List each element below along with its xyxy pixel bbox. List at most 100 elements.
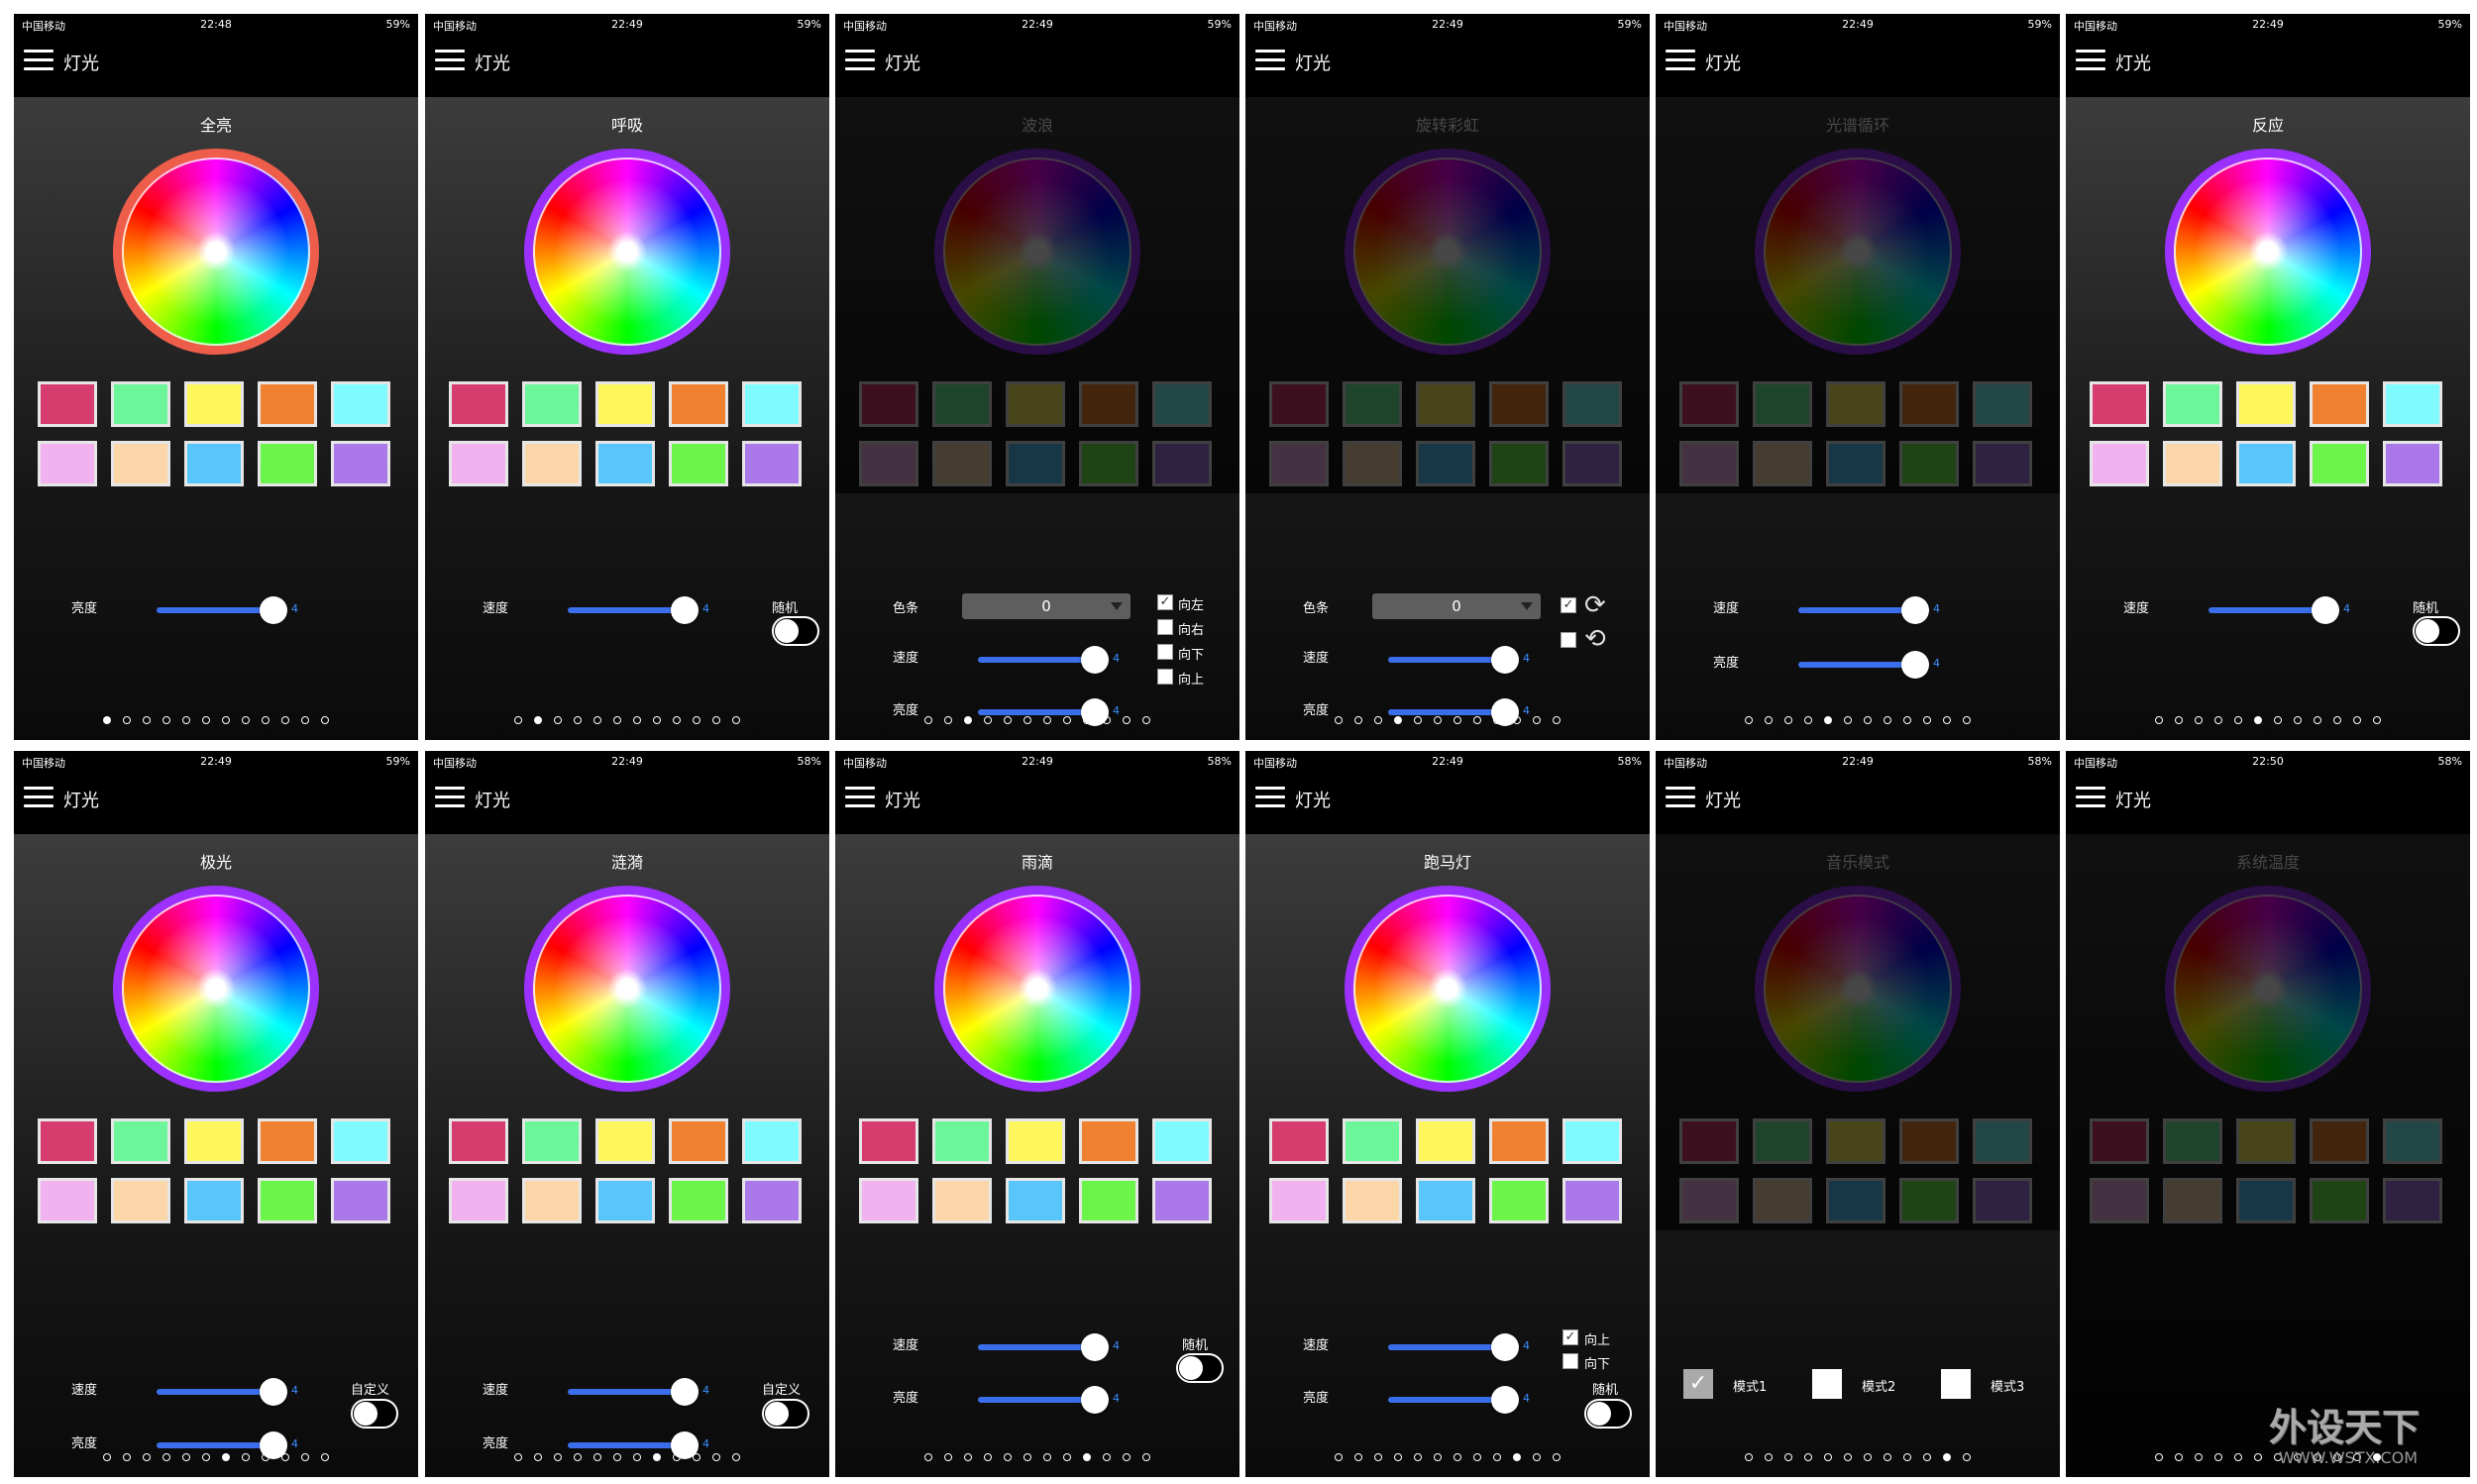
page-dot[interactable] bbox=[2234, 716, 2242, 724]
page-dot[interactable] bbox=[123, 1453, 131, 1461]
page-dot[interactable] bbox=[103, 716, 111, 724]
hamburger-menu-icon[interactable] bbox=[845, 50, 875, 71]
page-dot[interactable] bbox=[1765, 1453, 1773, 1461]
direction-left-checkbox[interactable]: ✓ bbox=[1157, 594, 1173, 610]
page-dot[interactable] bbox=[1804, 1453, 1812, 1461]
color-swatch[interactable] bbox=[2383, 441, 2442, 486]
hamburger-menu-icon[interactable] bbox=[435, 50, 465, 71]
page-dot[interactable] bbox=[1374, 1453, 1382, 1461]
page-dot[interactable] bbox=[1043, 1453, 1051, 1461]
page-dot[interactable] bbox=[162, 716, 170, 724]
page-dot[interactable] bbox=[633, 716, 641, 724]
color-wheel[interactable] bbox=[1345, 886, 1551, 1092]
color-swatch[interactable] bbox=[184, 441, 244, 486]
speed-slider[interactable]: 4 bbox=[1798, 593, 1943, 627]
page-dot[interactable] bbox=[593, 1453, 601, 1461]
page-dot[interactable] bbox=[1043, 716, 1051, 724]
page-dot[interactable] bbox=[281, 716, 289, 724]
color-swatch[interactable] bbox=[1562, 1118, 1622, 1164]
page-dot[interactable] bbox=[2214, 716, 2222, 724]
color-swatch[interactable] bbox=[331, 441, 390, 486]
hamburger-menu-icon[interactable] bbox=[24, 787, 54, 808]
color-swatch[interactable] bbox=[1269, 1178, 1329, 1223]
color-swatch[interactable] bbox=[2236, 441, 2296, 486]
color-swatch[interactable] bbox=[522, 1118, 582, 1164]
page-dot[interactable] bbox=[1963, 1453, 1971, 1461]
slider-thumb[interactable] bbox=[671, 596, 699, 624]
page-dot[interactable] bbox=[2175, 1453, 2183, 1461]
slider-thumb[interactable] bbox=[1901, 596, 1929, 624]
page-dot[interactable] bbox=[262, 716, 269, 724]
page-dot[interactable] bbox=[301, 1453, 309, 1461]
page-dot[interactable] bbox=[593, 716, 601, 724]
page-dot[interactable] bbox=[301, 716, 309, 724]
page-dot[interactable] bbox=[944, 716, 952, 724]
speed-slider[interactable]: 4 bbox=[978, 1330, 1123, 1364]
page-dot[interactable] bbox=[202, 1453, 210, 1461]
page-dot[interactable] bbox=[1884, 716, 1891, 724]
color-swatch[interactable] bbox=[1489, 1178, 1549, 1223]
page-dot[interactable] bbox=[2274, 716, 2282, 724]
speed-slider[interactable]: 4 bbox=[2208, 593, 2353, 627]
color-swatch[interactable] bbox=[38, 1178, 97, 1223]
page-dot[interactable] bbox=[574, 716, 582, 724]
color-swatch[interactable] bbox=[2310, 441, 2369, 486]
brightness-slider[interactable]: 4 bbox=[978, 1383, 1123, 1417]
direction-right-checkbox[interactable] bbox=[1157, 619, 1173, 635]
page-dot[interactable] bbox=[653, 716, 661, 724]
color-swatch[interactable] bbox=[2090, 381, 2149, 427]
page-dot[interactable] bbox=[613, 716, 621, 724]
page-dot[interactable] bbox=[1394, 1453, 1402, 1461]
page-dot[interactable] bbox=[1513, 1453, 1521, 1461]
page-dot[interactable] bbox=[1903, 1453, 1911, 1461]
hamburger-menu-icon[interactable] bbox=[845, 787, 875, 808]
random-toggle[interactable] bbox=[772, 616, 819, 646]
page-dot[interactable] bbox=[1844, 1453, 1852, 1461]
page-dot[interactable] bbox=[574, 1453, 582, 1461]
page-dot[interactable] bbox=[1943, 716, 1951, 724]
color-swatch[interactable] bbox=[742, 441, 802, 486]
color-swatch[interactable] bbox=[258, 381, 317, 427]
color-swatch[interactable] bbox=[859, 1118, 918, 1164]
color-swatch[interactable] bbox=[669, 381, 728, 427]
color-swatch[interactable] bbox=[2090, 441, 2149, 486]
brightness-slider[interactable]: 4 bbox=[157, 593, 301, 627]
page-dot[interactable] bbox=[202, 716, 210, 724]
color-swatch[interactable] bbox=[1416, 1118, 1475, 1164]
page-dot[interactable] bbox=[1414, 1453, 1422, 1461]
random-toggle[interactable] bbox=[1176, 1353, 1224, 1383]
page-dot[interactable] bbox=[2333, 716, 2341, 724]
color-swatch[interactable] bbox=[1343, 1178, 1402, 1223]
page-dot[interactable] bbox=[1335, 1453, 1343, 1461]
color-swatch[interactable] bbox=[38, 441, 97, 486]
color-swatch[interactable] bbox=[38, 1118, 97, 1164]
color-swatch[interactable] bbox=[1416, 1178, 1475, 1223]
page-dot[interactable] bbox=[2195, 716, 2203, 724]
slider-thumb[interactable] bbox=[2312, 596, 2339, 624]
page-dot[interactable] bbox=[1864, 716, 1872, 724]
page-dot[interactable] bbox=[693, 716, 700, 724]
page-dot[interactable] bbox=[1374, 716, 1382, 724]
page-dot[interactable] bbox=[1123, 716, 1131, 724]
page-dot[interactable] bbox=[1963, 716, 1971, 724]
slider-thumb[interactable] bbox=[1491, 1333, 1519, 1361]
color-swatch[interactable] bbox=[859, 1178, 918, 1223]
color-swatch[interactable] bbox=[742, 381, 802, 427]
rotate-clockwise-icon[interactable]: ⟳ bbox=[1584, 592, 1610, 618]
page-dot[interactable] bbox=[1903, 716, 1911, 724]
page-dot[interactable] bbox=[143, 1453, 151, 1461]
slider-thumb[interactable] bbox=[260, 596, 287, 624]
page-dot[interactable] bbox=[653, 1453, 661, 1461]
page-dot[interactable] bbox=[1923, 1453, 1931, 1461]
page-dot[interactable] bbox=[1354, 1453, 1362, 1461]
color-swatch[interactable] bbox=[2163, 441, 2222, 486]
color-swatch[interactable] bbox=[669, 441, 728, 486]
page-dot[interactable] bbox=[1824, 1453, 1832, 1461]
color-swatch[interactable] bbox=[184, 1118, 244, 1164]
page-dot[interactable] bbox=[1943, 1453, 1951, 1461]
page-dot[interactable] bbox=[162, 1453, 170, 1461]
random-toggle[interactable] bbox=[1584, 1399, 1632, 1429]
page-dot[interactable] bbox=[2254, 716, 2262, 724]
color-swatch[interactable] bbox=[449, 441, 508, 486]
hamburger-menu-icon[interactable] bbox=[435, 787, 465, 808]
